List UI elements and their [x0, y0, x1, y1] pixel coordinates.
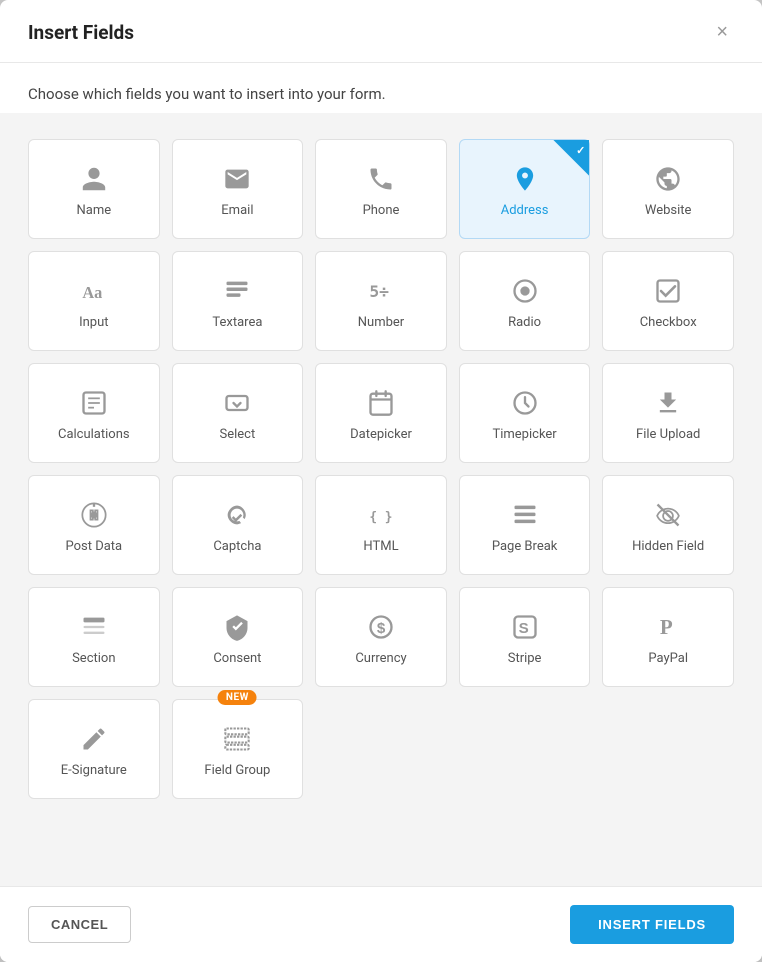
checkbox-label: Checkbox [640, 315, 697, 330]
modal-header: Insert Fields × [0, 0, 762, 63]
currency-label: Currency [355, 651, 406, 666]
close-button[interactable]: × [710, 20, 734, 44]
website-icon [654, 165, 682, 193]
modal-footer: CANCEL INSERT FIELDS [0, 886, 762, 962]
svg-text:S: S [518, 619, 528, 636]
svg-text:{ }: { } [369, 509, 392, 524]
esignature-icon [80, 725, 108, 753]
pagebreak-label: Page Break [492, 539, 558, 554]
select-icon [223, 389, 251, 417]
field-item-radio[interactable]: Radio [459, 251, 591, 351]
esignature-label: E-Signature [61, 763, 127, 778]
field-item-calculations[interactable]: Calculations [28, 363, 160, 463]
timepicker-label: Timepicker [492, 427, 556, 442]
address-label: Address [501, 203, 549, 218]
field-item-fileupload[interactable]: File Upload [602, 363, 734, 463]
hiddenfield-label: Hidden Field [632, 539, 704, 554]
captcha-label: Captcha [213, 539, 261, 554]
svg-text:5÷: 5÷ [369, 281, 389, 300]
select-label: Select [220, 427, 256, 442]
stripe-icon: S [511, 613, 539, 641]
svg-text:$: $ [377, 619, 386, 636]
field-item-timepicker[interactable]: Timepicker [459, 363, 591, 463]
address-selected-check [553, 140, 589, 176]
insert-fields-modal: Insert Fields × Choose which fields you … [0, 0, 762, 962]
modal-body: Name Email Phone Address Website Aa Input Texta… [0, 113, 762, 886]
textarea-icon [223, 277, 251, 305]
field-item-number[interactable]: 5÷ Number [315, 251, 447, 351]
field-item-datepicker[interactable]: Datepicker [315, 363, 447, 463]
field-item-esignature[interactable]: E-Signature [28, 699, 160, 799]
radio-icon [511, 277, 539, 305]
paypal-icon: P [654, 613, 682, 641]
phone-icon [367, 165, 395, 193]
field-item-section[interactable]: Section [28, 587, 160, 687]
consent-icon [223, 613, 251, 641]
modal-title: Insert Fields [28, 21, 134, 44]
field-item-email[interactable]: Email [172, 139, 304, 239]
field-item-address[interactable]: Address [459, 139, 591, 239]
website-label: Website [645, 203, 692, 218]
email-icon [223, 165, 251, 193]
textarea-label: Textarea [212, 315, 262, 330]
number-label: Number [358, 315, 404, 330]
stripe-label: Stripe [508, 651, 542, 666]
checkbox-icon [654, 277, 682, 305]
field-item-checkbox[interactable]: Checkbox [602, 251, 734, 351]
hiddenfield-icon [654, 501, 682, 529]
captcha-icon [223, 501, 251, 529]
svg-text:Aa: Aa [82, 283, 102, 302]
field-item-stripe[interactable]: S Stripe [459, 587, 591, 687]
fieldgroup-label: Field Group [204, 763, 270, 778]
datepicker-label: Datepicker [350, 427, 412, 442]
fieldgroup-icon [223, 725, 251, 753]
insert-fields-button[interactable]: INSERT FIELDS [570, 905, 734, 944]
modal-subtitle: Choose which fields you want to insert i… [0, 63, 762, 113]
svg-text:P: P [660, 615, 673, 639]
field-item-select[interactable]: Select [172, 363, 304, 463]
calculations-label: Calculations [58, 427, 130, 442]
field-item-html[interactable]: { } HTML [315, 475, 447, 575]
paypal-label: PayPal [648, 651, 688, 666]
field-item-name[interactable]: Name [28, 139, 160, 239]
field-item-phone[interactable]: Phone [315, 139, 447, 239]
field-item-captcha[interactable]: Captcha [172, 475, 304, 575]
field-item-paypal[interactable]: P PayPal [602, 587, 734, 687]
radio-label: Radio [508, 315, 541, 330]
section-label: Section [72, 651, 115, 666]
cancel-button[interactable]: CANCEL [28, 906, 131, 943]
consent-label: Consent [213, 651, 261, 666]
fieldgroup-new-badge: NEW [218, 690, 257, 705]
input-label: Input [79, 315, 108, 330]
field-item-fieldgroup[interactable]: NEWField Group [172, 699, 304, 799]
field-item-website[interactable]: Website [602, 139, 734, 239]
input-icon: Aa [80, 277, 108, 305]
html-icon: { } [367, 501, 395, 529]
postdata-icon [80, 501, 108, 529]
number-icon: 5÷ [367, 277, 395, 305]
address-icon [511, 165, 539, 193]
email-label: Email [221, 203, 253, 218]
datepicker-icon [367, 389, 395, 417]
field-item-postdata[interactable]: Post Data [28, 475, 160, 575]
currency-icon: $ [367, 613, 395, 641]
pagebreak-icon [511, 501, 539, 529]
field-item-hiddenfield[interactable]: Hidden Field [602, 475, 734, 575]
fileupload-label: File Upload [636, 427, 700, 442]
field-item-pagebreak[interactable]: Page Break [459, 475, 591, 575]
field-item-consent[interactable]: Consent [172, 587, 304, 687]
field-item-input[interactable]: Aa Input [28, 251, 160, 351]
field-item-textarea[interactable]: Textarea [172, 251, 304, 351]
calculations-icon [80, 389, 108, 417]
phone-label: Phone [363, 203, 400, 218]
name-label: Name [76, 203, 111, 218]
section-icon [80, 613, 108, 641]
timepicker-icon [511, 389, 539, 417]
fileupload-icon [654, 389, 682, 417]
name-icon [80, 165, 108, 193]
fields-grid: Name Email Phone Address Website Aa Input Texta… [28, 123, 734, 815]
field-item-currency[interactable]: $ Currency [315, 587, 447, 687]
postdata-label: Post Data [65, 539, 122, 554]
html-label: HTML [363, 539, 398, 554]
